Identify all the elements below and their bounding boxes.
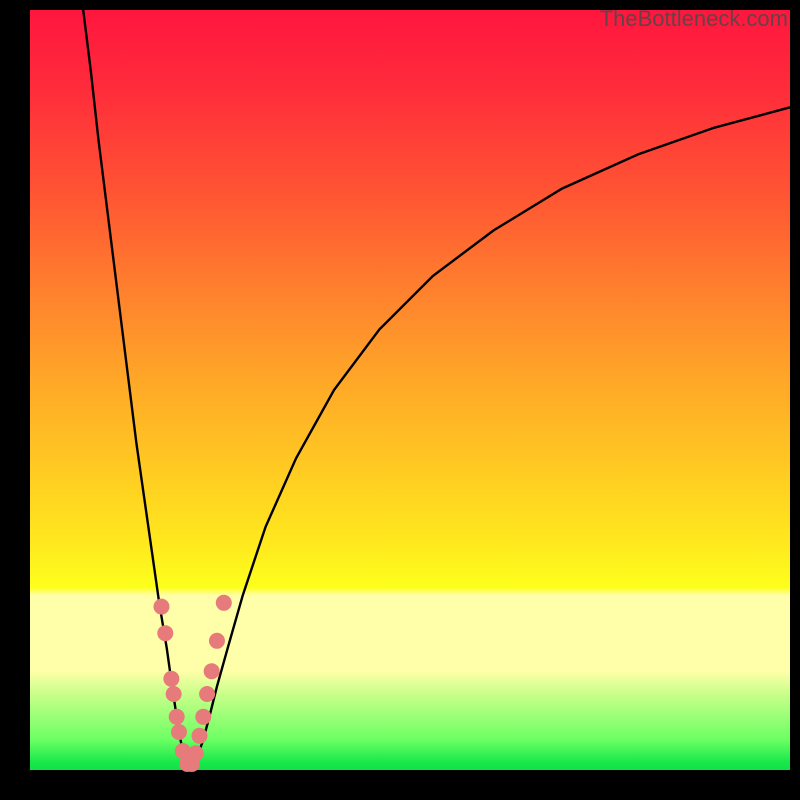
marker-point [157,625,173,641]
highlighted-markers [153,595,231,772]
curve-left-branch [83,10,189,768]
plot-area [30,10,790,770]
marker-point [209,633,225,649]
marker-point [171,724,187,740]
marker-point [166,686,182,702]
marker-point [188,745,204,761]
marker-point [195,709,211,725]
marker-point [153,599,169,615]
marker-point [163,671,179,687]
marker-point [204,663,220,679]
watermark-text: TheBottleneck.com [600,6,788,32]
curve-right-branch [191,107,790,768]
curve-layer [30,10,790,770]
marker-point [216,595,232,611]
marker-point [199,686,215,702]
chart-frame: TheBottleneck.com [0,0,800,800]
marker-point [169,709,185,725]
marker-point [191,728,207,744]
